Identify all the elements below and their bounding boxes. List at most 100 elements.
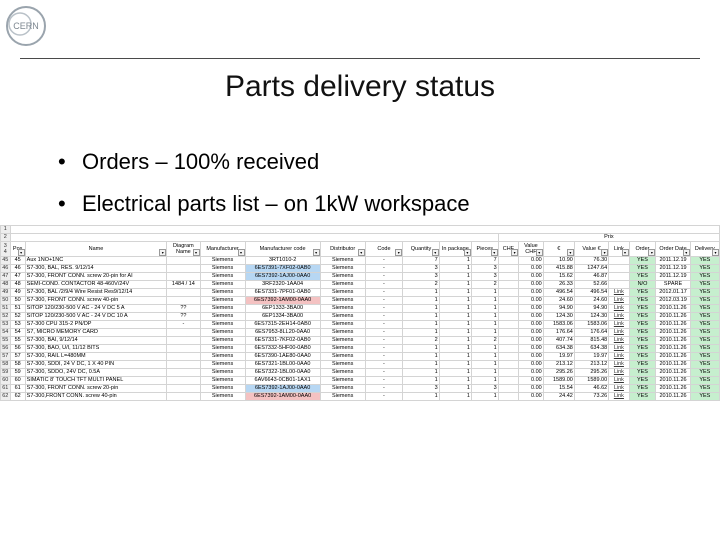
filter-dropdown-icon[interactable]: ▾: [431, 249, 439, 256]
link-cell[interactable]: Link: [608, 296, 630, 305]
table-row[interactable]: 50 50 S7-300, FRONT CONN. screw 40-pin Siem…: [0, 296, 720, 305]
column-header[interactable]: Pos▾: [9, 241, 26, 257]
filter-dropdown-icon[interactable]: ▾: [17, 249, 25, 256]
link-cell[interactable]: Link: [608, 368, 630, 377]
row-number[interactable]: 57: [0, 352, 11, 361]
table-row[interactable]: 58 58 S7-300, SDDI, 24 V DC, 1 X 40 PIN Sie…: [0, 360, 720, 369]
eur-cell: 407.74: [542, 336, 575, 345]
column-header-label: Distributor: [330, 246, 356, 252]
table-row[interactable]: 49 49 S7-300, BAL /2/9/4 Wire Resist Res9/…: [0, 288, 720, 297]
link-cell[interactable]: Link: [608, 392, 630, 401]
link-cell[interactable]: Link: [608, 288, 630, 297]
filter-dropdown-icon[interactable]: ▾: [463, 249, 471, 256]
manufacturer-cell: Siemens: [199, 352, 246, 361]
filter-dropdown-icon[interactable]: ▾: [621, 249, 629, 256]
order-cell: YES: [628, 264, 657, 273]
distributor-cell: Siemens: [319, 256, 366, 265]
table-row[interactable]: 55 55 S7-300, BAI, 9/12/14 Siemens 6ES7331-7…: [0, 336, 720, 345]
column-header[interactable]: Value € ▾: [573, 241, 610, 257]
filter-dropdown-icon[interactable]: ▾: [648, 249, 655, 256]
filter-dropdown-icon[interactable]: ▾: [237, 249, 245, 256]
link-cell[interactable]: Link: [608, 336, 630, 345]
column-header[interactable]: Code ▾: [364, 241, 404, 257]
link-cell[interactable]: Link: [608, 320, 630, 329]
table-row[interactable]: 51 51 SITOP 120/230-500 V AC - 24 V DC 5 A…: [0, 304, 720, 313]
row-number[interactable]: 48: [0, 280, 11, 289]
link-cell[interactable]: Link: [608, 344, 630, 353]
table-row[interactable]: 46 46 S7-300, BAL, RES. 9/12/14 Siemens 6ES7…: [0, 264, 720, 273]
in-package-cell: 1: [438, 280, 472, 289]
row-number[interactable]: 51: [0, 304, 11, 313]
table-row[interactable]: 61 61 S7-300, FRONT CONN. screw 20-pin Siem…: [0, 384, 720, 393]
filter-dropdown-icon[interactable]: ▾: [395, 249, 402, 256]
row-number[interactable]: 45: [0, 256, 11, 265]
link-cell[interactable]: Link: [608, 360, 630, 369]
row-number[interactable]: 49: [0, 288, 11, 297]
diagram-name-cell: -: [166, 320, 201, 329]
row-number[interactable]: 46: [0, 264, 11, 273]
column-header[interactable]: Link ▾: [608, 241, 630, 257]
filter-dropdown-icon[interactable]: ▾: [357, 249, 365, 256]
table-row[interactable]: 59 59 S7-300, SDDO, 24V DC, 0.5A Siemens 6ES…: [0, 368, 720, 377]
table-row[interactable]: 45 45 Aux 1NO+1NC Siemens 3RT1010-2 Siemens -7…: [0, 256, 720, 265]
filter-dropdown-icon[interactable]: ▾: [312, 249, 320, 256]
column-header[interactable]: Delivery ▾: [689, 241, 720, 257]
link-cell[interactable]: Link: [608, 352, 630, 361]
filter-dropdown-icon[interactable]: ▾: [490, 249, 498, 256]
column-header[interactable]: Value CHF ▾: [518, 241, 544, 257]
table-row[interactable]: 48 48 SEMI-COND. CONTACTOR 48-460V/24V 1484…: [0, 280, 720, 289]
row-number[interactable]: 47: [0, 272, 11, 281]
column-header[interactable]: Manufacturer code ▾: [244, 241, 321, 257]
distributor-cell: Siemens: [319, 376, 366, 385]
table-row[interactable]: 62 62 S7-300,FRONT CONN. screw 40-pin Sieme…: [0, 392, 720, 401]
filter-dropdown-icon[interactable]: ▾: [682, 249, 690, 256]
row-number[interactable]: 58: [0, 360, 11, 369]
row-number[interactable]: 52: [0, 312, 11, 321]
column-header[interactable]: Pieces ▾: [470, 241, 499, 257]
bullet-item: • Electrical parts list – on 1kW workspac…: [58, 188, 470, 230]
row-number[interactable]: 61: [0, 384, 11, 393]
filter-dropdown-icon[interactable]: ▾: [511, 249, 518, 256]
row-number[interactable]: 62: [0, 392, 11, 401]
filter-dropdown-icon[interactable]: ▾: [192, 249, 200, 256]
column-header[interactable]: Name ▾: [24, 241, 168, 257]
column-header[interactable]: Quantity ▾: [402, 241, 440, 257]
table-row[interactable]: 47 47 S7-300, FRONT CONN. screw 20-pin for…: [0, 272, 720, 281]
table-row[interactable]: 60 60 SIMATIC 8' TOUCH TFT MULTI PANEL Siem…: [0, 376, 720, 385]
filter-dropdown-icon[interactable]: ▾: [566, 249, 574, 256]
column-header[interactable]: € ▾: [542, 241, 575, 257]
link-cell[interactable]: Link: [608, 312, 630, 321]
row-number[interactable]: 56: [0, 344, 11, 353]
table-row[interactable]: 56 56 S7-300, BAO, U/I, 11/12 BITS Siemens 6…: [0, 344, 720, 353]
table-row[interactable]: 54 54 S7, MICRO MEMORY CARD Siemens 6ES7953-…: [0, 328, 720, 337]
row-number[interactable]: 50: [0, 296, 11, 305]
filter-dropdown-icon[interactable]: ▾: [535, 249, 543, 256]
filter-dropdown-icon[interactable]: ▾: [712, 249, 719, 256]
table-row[interactable]: 52 52 SITOP 120/230-500 V AC - 24 V DC 10 …: [0, 312, 720, 321]
row-number[interactable]: 53: [0, 320, 11, 329]
column-header[interactable]: Manufacturer ▾: [199, 241, 246, 257]
table-row[interactable]: 53 53 S7-300 CPU 315-2 PN/DP - Siemens 6ES731…: [0, 320, 720, 329]
link-cell[interactable]: Link: [608, 328, 630, 337]
table-row[interactable]: 57 57 S7-300, RAIL L=480MM Siemens 6ES7390-1…: [0, 352, 720, 361]
column-header[interactable]: Order ▾: [628, 241, 657, 257]
filter-dropdown-icon[interactable]: ▾: [601, 249, 608, 256]
link-cell[interactable]: Link: [608, 376, 630, 385]
column-header[interactable]: In package ▾: [438, 241, 472, 257]
link-cell[interactable]: Link: [608, 304, 630, 313]
column-header[interactable]: Distributor ▾: [319, 241, 366, 257]
filter-dropdown-icon[interactable]: ▾: [159, 249, 166, 256]
link-cell[interactable]: Link: [608, 384, 630, 393]
row-number[interactable]: 60: [0, 376, 11, 385]
code-cell: -: [364, 360, 404, 369]
row-number[interactable]: 55: [0, 336, 11, 345]
order-cell: YES: [628, 368, 657, 377]
column-header[interactable]: Order Date ▾: [655, 241, 691, 257]
manufacturer-cell: Siemens: [199, 360, 246, 369]
row-number[interactable]: 54: [0, 328, 11, 337]
column-header[interactable]: CHF ▾: [497, 241, 520, 257]
column-header[interactable]: Diagram Name ▾: [166, 241, 201, 257]
diagram-name-cell: ??: [166, 312, 201, 321]
order-cell: YES: [628, 392, 657, 401]
row-number[interactable]: 59: [0, 368, 11, 377]
